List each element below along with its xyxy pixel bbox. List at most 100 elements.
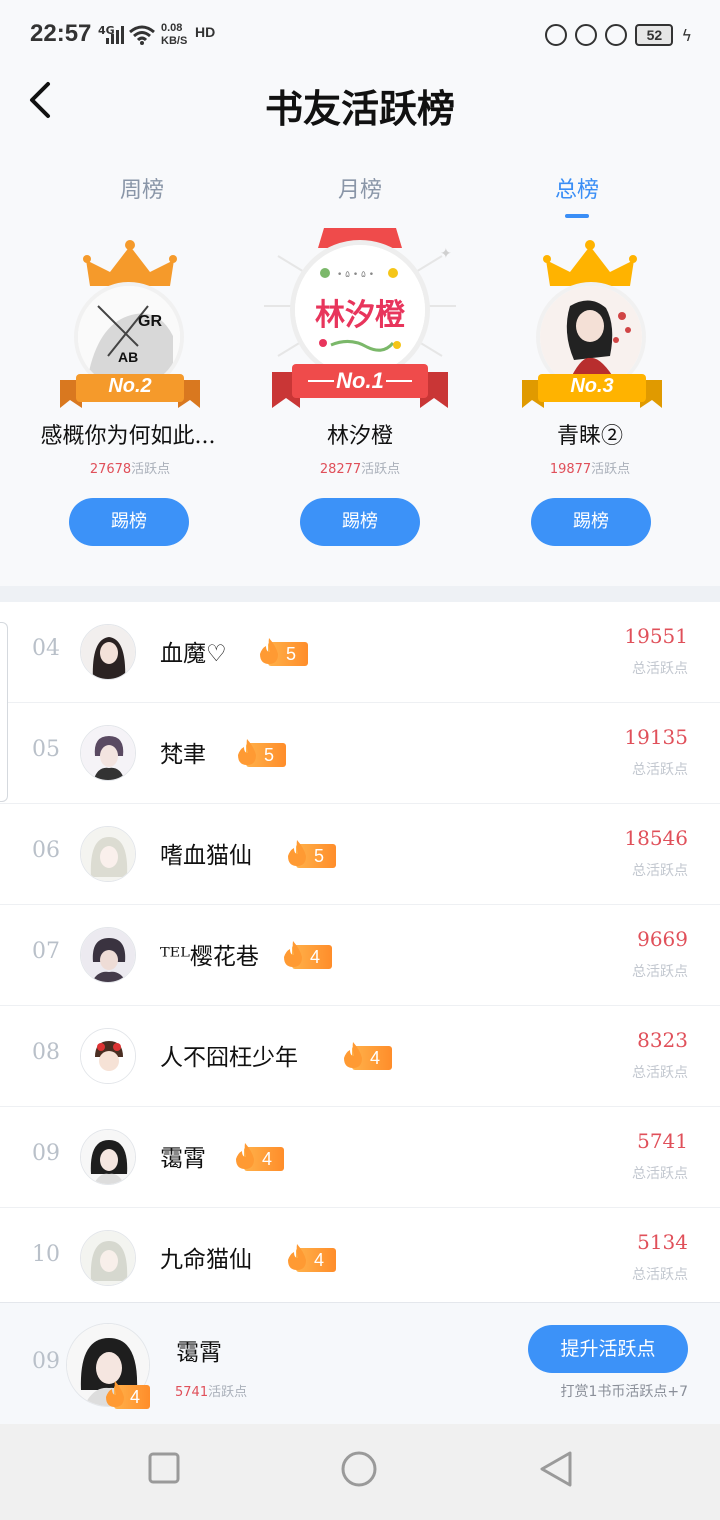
rank-number: 05 xyxy=(32,737,60,762)
rank-number: 09 xyxy=(32,1141,60,1166)
kick-button-third[interactable]: 踢榜 xyxy=(531,498,651,546)
avatar[interactable] xyxy=(80,624,136,680)
user-name[interactable]: 嗜血猫仙 xyxy=(160,836,252,870)
tab-active-indicator xyxy=(565,214,589,218)
status-right: 52 ϟ xyxy=(545,24,692,46)
svg-text:AB: AB xyxy=(118,349,138,365)
list-item[interactable]: 05 梵聿 5 19135 总活跃点 xyxy=(0,703,720,804)
svg-text:✦: ✦ xyxy=(440,246,452,262)
user-name[interactable]: ᵀᴱᴸ樱花巷 xyxy=(160,937,259,971)
activity-label: 总活跃点 xyxy=(632,1065,688,1081)
boost-tip: 打赏1书币活跃点+7 xyxy=(560,1384,688,1400)
podium-name-second[interactable]: 感概你为何如此... xyxy=(8,418,248,450)
tab-total[interactable]: 总榜 xyxy=(527,172,627,204)
user-name[interactable]: 霭霄 xyxy=(160,1139,206,1173)
dnd-icon xyxy=(545,24,568,46)
list-item[interactable]: 06 嗜血猫仙 5 18546 总活跃点 xyxy=(0,804,720,905)
avatar-image xyxy=(81,1029,135,1083)
level-badge: 4 xyxy=(232,1143,284,1171)
score-label: 活跃点 xyxy=(208,1385,248,1400)
status-time: 22:57 xyxy=(30,20,92,47)
activity-score: 5134 xyxy=(637,1230,688,1254)
activity-label: 总活跃点 xyxy=(632,1166,688,1182)
activity-label: 总活跃点 xyxy=(632,1267,688,1283)
back-nav-icon[interactable] xyxy=(538,1450,574,1488)
my-rank-bar: 09 4 霭霄 5741活跃点 提升活跃点 打赏1书币活跃点+7 xyxy=(0,1302,720,1424)
svg-text:GR: GR xyxy=(138,313,162,330)
podium-name-third[interactable]: 青睐② xyxy=(470,418,710,450)
score-value: 19877 xyxy=(549,462,592,477)
level-badge: 4 xyxy=(284,1244,336,1272)
activity-score: 19551 xyxy=(624,624,688,648)
level-badge: 4 xyxy=(340,1042,392,1070)
avatar-image xyxy=(81,625,135,679)
alarm-icon xyxy=(605,24,628,46)
kick-button-first[interactable]: 踢榜 xyxy=(300,498,420,546)
ranking-list[interactable]: 04 血魔♡ 5 19551 总活跃点 05 梵聿 5 19135 总活跃点 0… xyxy=(0,602,720,1309)
speed-value: 0.08 xyxy=(161,22,183,34)
avatar-image: • ۵ • ۵ • 林汐橙 xyxy=(295,245,425,375)
speed-unit: KB/S xyxy=(161,35,188,47)
rank-label-second: No.2 xyxy=(108,375,152,397)
flame-icon xyxy=(236,1143,254,1169)
avatar[interactable] xyxy=(80,826,136,882)
tab-weekly[interactable]: 周榜 xyxy=(92,172,192,204)
flame-icon xyxy=(344,1042,362,1068)
podium-name-first[interactable]: 林汐橙 xyxy=(240,418,480,450)
my-name: 霭霄 xyxy=(176,1340,222,1366)
rank-number: 07 xyxy=(32,939,60,964)
flame-icon xyxy=(238,739,256,765)
level-badge: 5 xyxy=(234,739,286,767)
rank-number: 10 xyxy=(32,1242,60,1267)
avatar[interactable] xyxy=(80,725,136,781)
my-score: 5741活跃点 xyxy=(175,1381,247,1400)
lock-icon xyxy=(575,24,598,46)
activity-label: 总活跃点 xyxy=(632,661,688,677)
flame-icon xyxy=(288,1244,306,1270)
level-value: 4 xyxy=(262,1149,273,1169)
user-name[interactable]: 梵聿 xyxy=(160,735,206,769)
list-item[interactable]: 04 血魔♡ 5 19551 总活跃点 xyxy=(0,602,720,703)
tab-monthly[interactable]: 月榜 xyxy=(310,172,410,204)
edge-panel-handle[interactable] xyxy=(0,622,8,802)
score-value: 5741 xyxy=(175,1385,209,1400)
avatar[interactable] xyxy=(80,927,136,983)
my-rank-number: 09 xyxy=(32,1349,60,1374)
user-name[interactable]: 人不囧枉少年 xyxy=(160,1038,298,1072)
user-name[interactable]: 九命猫仙 xyxy=(160,1240,252,1274)
section-divider xyxy=(0,586,720,602)
user-name[interactable]: 血魔♡ xyxy=(160,634,227,668)
list-item[interactable]: 09 霭霄 4 5741 总活跃点 xyxy=(0,1107,720,1208)
svg-text:• ۵ • ۵ •: • ۵ • ۵ • xyxy=(337,270,374,280)
activity-score: 19135 xyxy=(624,725,688,749)
level-badge: 4 xyxy=(280,941,332,969)
avatar-image xyxy=(81,928,135,982)
activity-score: 5741 xyxy=(637,1129,688,1153)
network-speed: 0.08 KB/S xyxy=(161,22,187,48)
activity-score: 8323 xyxy=(637,1028,688,1052)
avatar[interactable] xyxy=(80,1129,136,1185)
avatar-image xyxy=(81,1231,135,1285)
recents-icon[interactable] xyxy=(148,1452,180,1484)
battery-icon: 52 xyxy=(635,24,674,46)
list-item[interactable]: 10 九命猫仙 4 5134 总活跃点 xyxy=(0,1208,720,1309)
list-item[interactable]: 07 ᵀᴱᴸ樱花巷 4 9669 总活跃点 xyxy=(0,905,720,1006)
podium-area: 周榜 月榜 总榜 GR AB No.2 感概你为何如此... 27678活跃点 xyxy=(0,150,720,586)
rank-number: 04 xyxy=(32,636,60,661)
boost-activity-button[interactable]: 提升活跃点 xyxy=(528,1325,688,1373)
kick-button-second[interactable]: 踢榜 xyxy=(69,498,189,546)
hd-indicator: HD xyxy=(195,24,216,40)
activity-label: 总活跃点 xyxy=(632,964,688,980)
level-value: 5 xyxy=(286,644,297,664)
level-value: 4 xyxy=(130,1387,141,1407)
flame-icon xyxy=(288,840,306,866)
level-value: 5 xyxy=(314,846,325,866)
rank-number: 08 xyxy=(32,1040,60,1065)
avatar[interactable] xyxy=(80,1028,136,1084)
home-icon[interactable] xyxy=(340,1450,378,1488)
score-label: 活跃点 xyxy=(131,462,171,477)
avatar[interactable] xyxy=(80,1230,136,1286)
list-item[interactable]: 08 人不囧枉少年 4 8323 总活跃点 xyxy=(0,1006,720,1107)
podium-score-third: 19877活跃点 xyxy=(490,458,690,477)
level-value: 5 xyxy=(264,745,275,765)
